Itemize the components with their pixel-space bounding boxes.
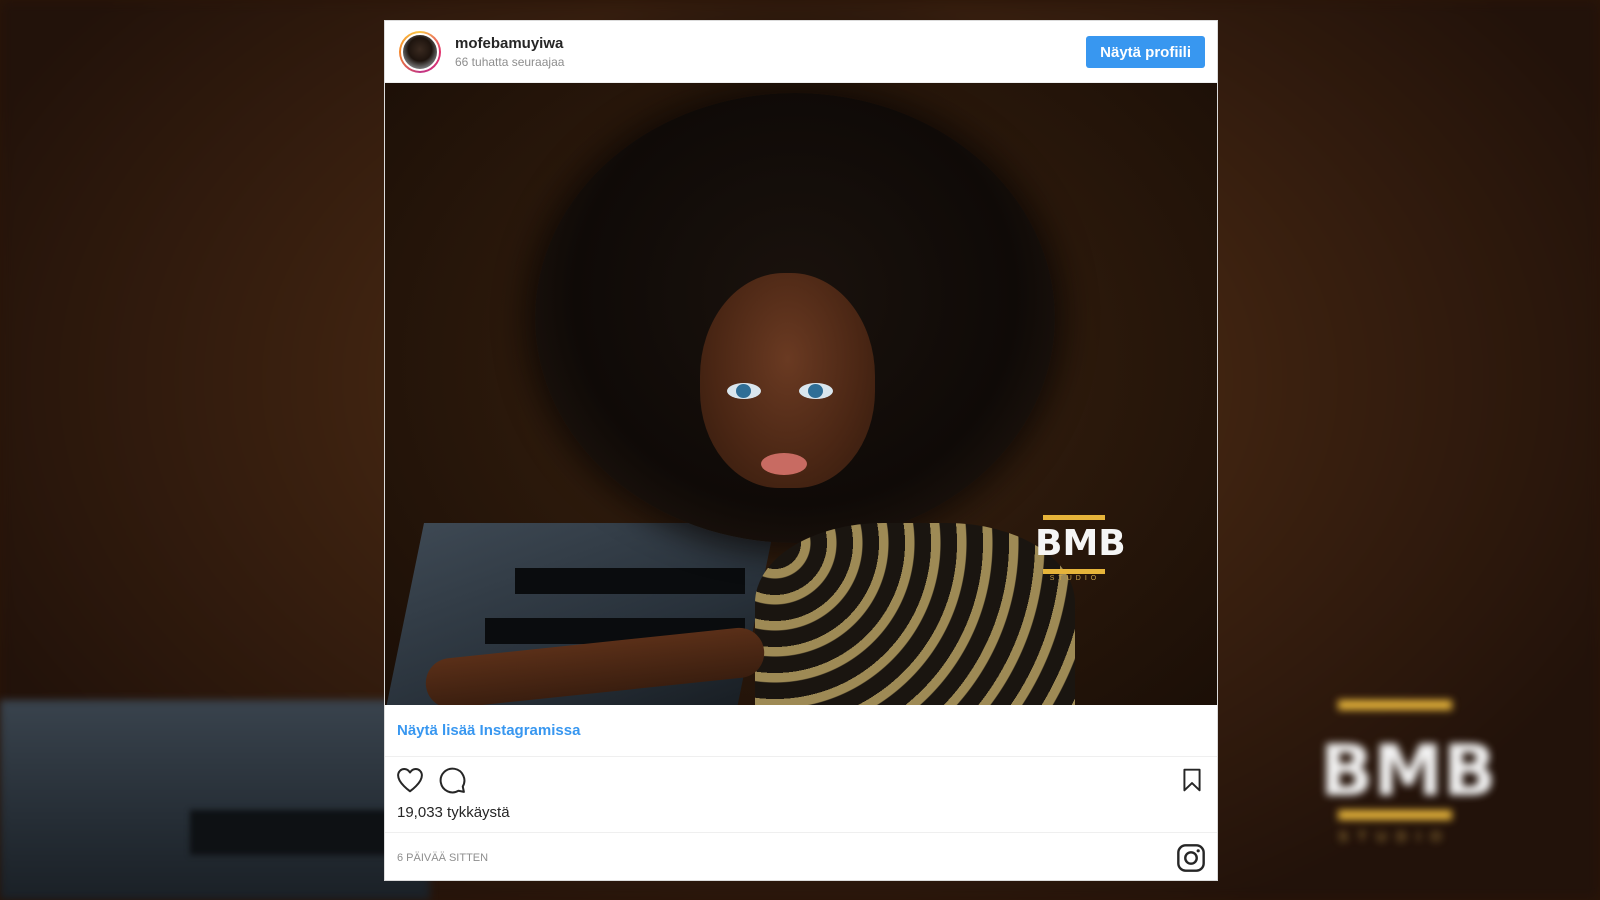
background-crate-slot bbox=[190, 810, 410, 855]
instagram-icon[interactable] bbox=[1175, 842, 1207, 874]
post-photo[interactable]: BMB STUDIO bbox=[385, 83, 1217, 705]
avatar[interactable] bbox=[399, 30, 441, 73]
background-crate bbox=[0, 700, 430, 900]
photo-eye-right bbox=[799, 383, 833, 399]
background-watermark-text: BMB bbox=[1320, 730, 1497, 812]
view-profile-button[interactable]: Näytä profiili bbox=[1086, 35, 1205, 68]
watermark-logo: BMB STUDIO bbox=[1035, 515, 1126, 585]
photo-crate-slot bbox=[515, 568, 745, 594]
post-timestamp[interactable]: 6 PÄIVÄÄ SITTEN bbox=[397, 852, 1175, 864]
photo-dress bbox=[755, 523, 1075, 705]
bookmark-icon[interactable] bbox=[1179, 765, 1205, 795]
heart-icon[interactable] bbox=[395, 765, 425, 795]
photo-eye-left bbox=[727, 383, 761, 399]
avatar-image bbox=[401, 32, 439, 71]
embed-header: mofebamuyiwa 66 tuhatta seuraajaa Näytä … bbox=[385, 21, 1217, 83]
view-more-on-instagram-link[interactable]: Näytä lisää Instagramissa bbox=[385, 705, 1217, 757]
background-watermark-logo: BMB STUDIO bbox=[1320, 700, 1497, 850]
watermark-text: BMB bbox=[1035, 523, 1126, 564]
comment-icon[interactable] bbox=[437, 765, 467, 795]
instagram-embed-card: mofebamuyiwa 66 tuhatta seuraajaa Näytä … bbox=[384, 20, 1218, 881]
watermark-subtext: STUDIO bbox=[1049, 575, 1101, 582]
account-info: mofebamuyiwa 66 tuhatta seuraajaa bbox=[455, 35, 1086, 69]
photo-lips bbox=[761, 453, 807, 475]
action-bar bbox=[385, 757, 1217, 803]
like-count[interactable]: 19,033 tykkäystä bbox=[385, 803, 1217, 833]
embed-footer: 6 PÄIVÄÄ SITTEN bbox=[385, 833, 1217, 883]
follower-count: 66 tuhatta seuraajaa bbox=[455, 54, 565, 69]
background-watermark-subtext: STUDIO bbox=[1338, 828, 1452, 844]
username-link[interactable]: mofebamuyiwa bbox=[455, 35, 1086, 52]
